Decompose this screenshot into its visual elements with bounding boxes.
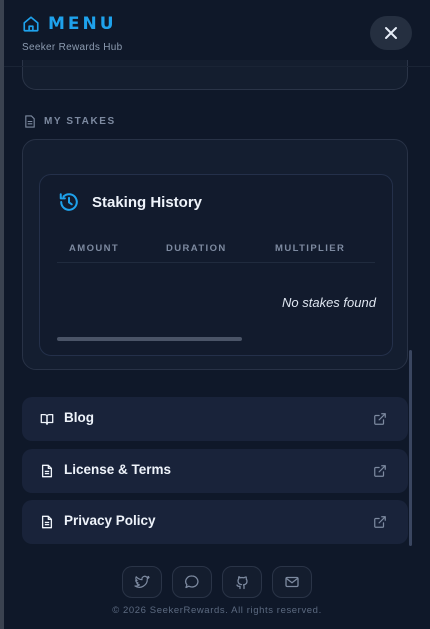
close-icon xyxy=(385,27,397,39)
table-header: AMOUNT DURATION MULTIPLIER xyxy=(57,241,375,263)
mail-button[interactable] xyxy=(272,566,312,598)
window-edge xyxy=(0,0,4,629)
external-link-icon xyxy=(374,465,386,477)
document-icon xyxy=(25,115,35,128)
horizontal-scrollbar-thumb[interactable] xyxy=(57,337,242,341)
home-icon[interactable] xyxy=(22,15,40,33)
column-multiplier[interactable]: MULTIPLIER xyxy=(275,243,345,254)
document-icon xyxy=(41,464,53,478)
twitter-button[interactable] xyxy=(122,566,162,598)
footer-copyright: © 2026 SeekerRewards. All rights reserve… xyxy=(112,605,322,616)
close-button[interactable] xyxy=(370,16,412,50)
license-terms-label: License & Terms xyxy=(64,462,172,477)
license-terms-link[interactable]: License & Terms xyxy=(22,449,408,493)
document-icon xyxy=(41,515,53,529)
mail-icon xyxy=(285,576,299,588)
blog-link[interactable]: Blog xyxy=(22,397,408,441)
hub-subtitle: Seeker Rewards Hub xyxy=(22,42,123,53)
chat-icon xyxy=(185,575,199,589)
blog-label: Blog xyxy=(64,410,94,425)
social-links xyxy=(122,566,312,598)
empty-state-message: No stakes found xyxy=(282,295,376,310)
external-link-icon xyxy=(374,516,386,528)
vertical-scrollbar-thumb[interactable] xyxy=(409,350,412,546)
menu-title: MENU xyxy=(48,14,117,34)
staking-history-card: Staking History AMOUNT DURATION MULTIPLI… xyxy=(39,174,393,356)
menu-header: MENU Seeker Rewards Hub xyxy=(22,14,430,70)
github-icon xyxy=(236,576,248,590)
section-label: MY STAKES xyxy=(44,116,116,127)
book-icon xyxy=(40,413,54,425)
my-stakes-heading: MY STAKES xyxy=(24,115,116,128)
stakes-card: Staking History AMOUNT DURATION MULTIPLI… xyxy=(22,139,408,370)
history-header: Staking History xyxy=(58,191,202,213)
menu-title-row: MENU xyxy=(22,14,430,34)
column-duration[interactable]: DURATION xyxy=(166,243,227,254)
history-icon xyxy=(59,193,78,211)
privacy-policy-link[interactable]: Privacy Policy xyxy=(22,500,408,544)
chat-button[interactable] xyxy=(172,566,212,598)
privacy-policy-label: Privacy Policy xyxy=(64,513,156,528)
twitter-icon xyxy=(134,575,150,588)
github-button[interactable] xyxy=(222,566,262,598)
external-link-icon xyxy=(374,413,386,425)
column-amount[interactable]: AMOUNT xyxy=(69,243,119,254)
horizontal-scrollbar[interactable] xyxy=(57,337,375,341)
history-title: Staking History xyxy=(92,193,203,211)
